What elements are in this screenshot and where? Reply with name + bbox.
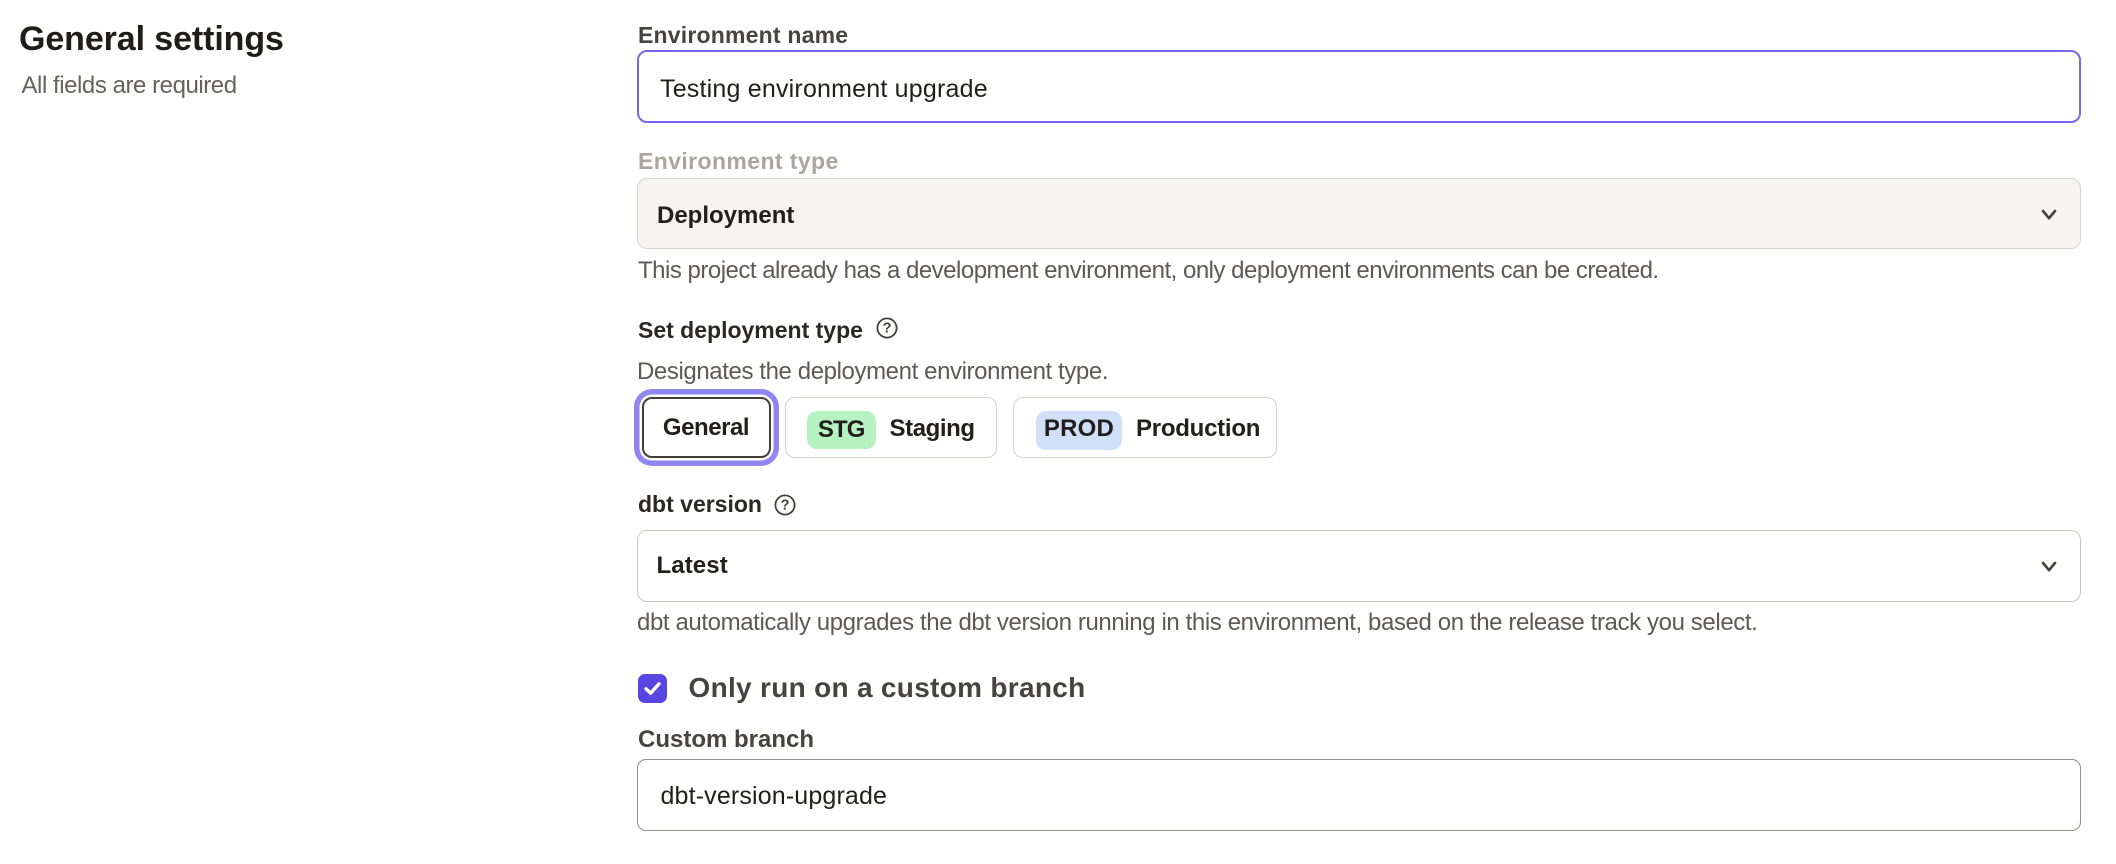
svg-text:?: ? — [781, 498, 790, 514]
svg-text:?: ? — [883, 321, 892, 337]
